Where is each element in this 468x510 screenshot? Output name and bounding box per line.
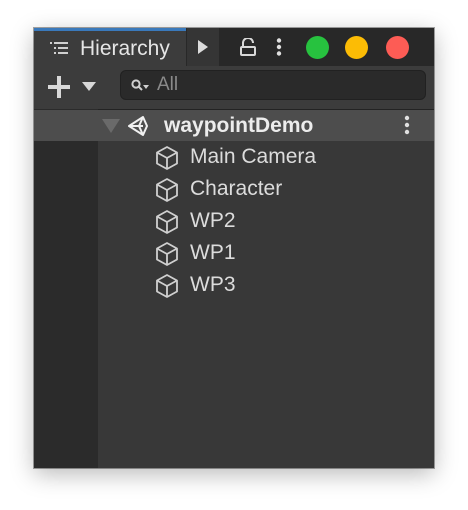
- hierarchy-tree: waypointDemo Main Camera Character WP2 W…: [34, 109, 434, 468]
- caret-down-icon: [82, 82, 96, 91]
- cube-icon: [156, 242, 178, 266]
- item-label: Main Camera: [190, 145, 317, 168]
- plus-icon: [48, 76, 70, 98]
- add-button[interactable]: [42, 72, 102, 102]
- red-window-button[interactable]: [386, 36, 409, 59]
- cube-icon: [156, 178, 178, 202]
- hierarchy-item-main-camera[interactable]: Main Camera: [98, 141, 434, 173]
- tab-hierarchy[interactable]: Hierarchy: [34, 28, 186, 66]
- kebab-menu-icon[interactable]: [276, 38, 282, 56]
- fold-arrow-icon[interactable]: [102, 119, 120, 133]
- play-arrow-icon: [198, 40, 208, 54]
- scene-menu-icon[interactable]: [404, 115, 410, 135]
- unity-icon: [128, 116, 148, 136]
- search-field[interactable]: [120, 70, 426, 100]
- green-window-button[interactable]: [306, 36, 329, 59]
- hierarchy-item-wp3[interactable]: WP3: [98, 269, 434, 301]
- more-tabs-button[interactable]: [187, 28, 219, 66]
- item-label: WP1: [190, 241, 236, 264]
- hierarchy-item-character[interactable]: Character: [98, 173, 434, 205]
- cube-icon: [156, 274, 178, 298]
- list-icon: [50, 42, 68, 54]
- tab-title: Hierarchy: [80, 37, 170, 60]
- tab-active-indicator: [34, 28, 186, 31]
- item-label: WP2: [190, 209, 236, 232]
- title-bar: Hierarchy: [34, 28, 434, 66]
- yellow-window-button[interactable]: [345, 36, 368, 59]
- search-icon: [131, 79, 149, 91]
- search-input[interactable]: [157, 74, 417, 96]
- toolbar: [34, 66, 434, 110]
- hierarchy-window: Hierarchy All waypointDemo Main Camera C…: [34, 28, 434, 468]
- hierarchy-item-wp2[interactable]: WP2: [98, 205, 434, 237]
- cube-icon: [156, 146, 178, 170]
- item-label: Character: [190, 177, 283, 200]
- lock-icon[interactable]: [239, 38, 257, 56]
- scene-row[interactable]: waypointDemo: [34, 110, 434, 141]
- hierarchy-item-wp1[interactable]: WP1: [98, 237, 434, 269]
- item-label: WP3: [190, 273, 236, 296]
- scene-name: waypointDemo: [164, 114, 314, 137]
- cube-icon: [156, 210, 178, 234]
